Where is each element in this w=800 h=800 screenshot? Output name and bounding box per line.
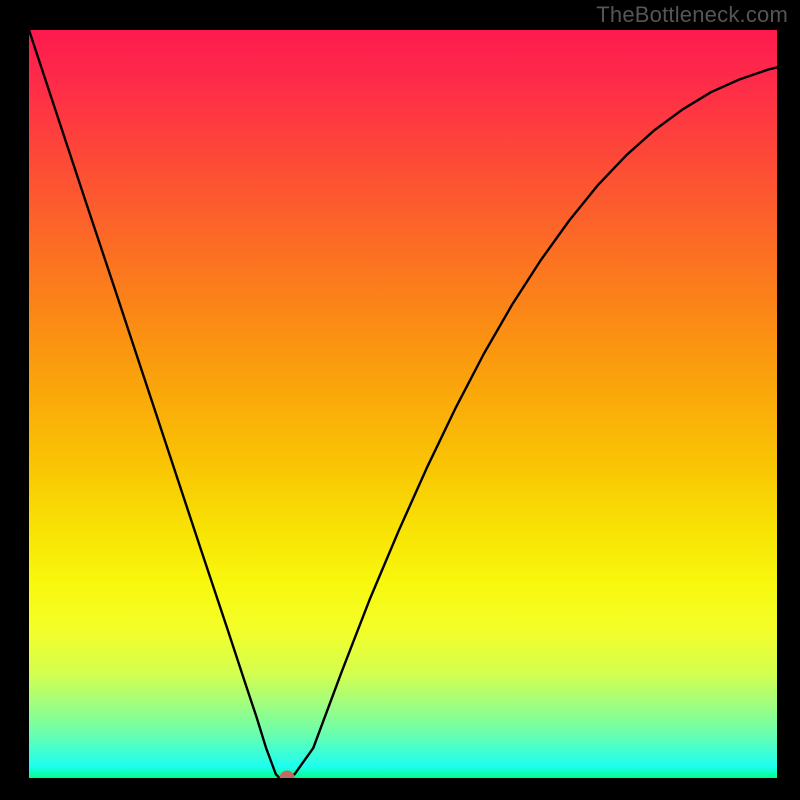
chart-root: TheBottleneck.com bbox=[0, 0, 800, 800]
bottleneck-plot bbox=[0, 0, 800, 800]
watermark-text: TheBottleneck.com bbox=[596, 2, 788, 28]
plot-background bbox=[29, 30, 777, 778]
